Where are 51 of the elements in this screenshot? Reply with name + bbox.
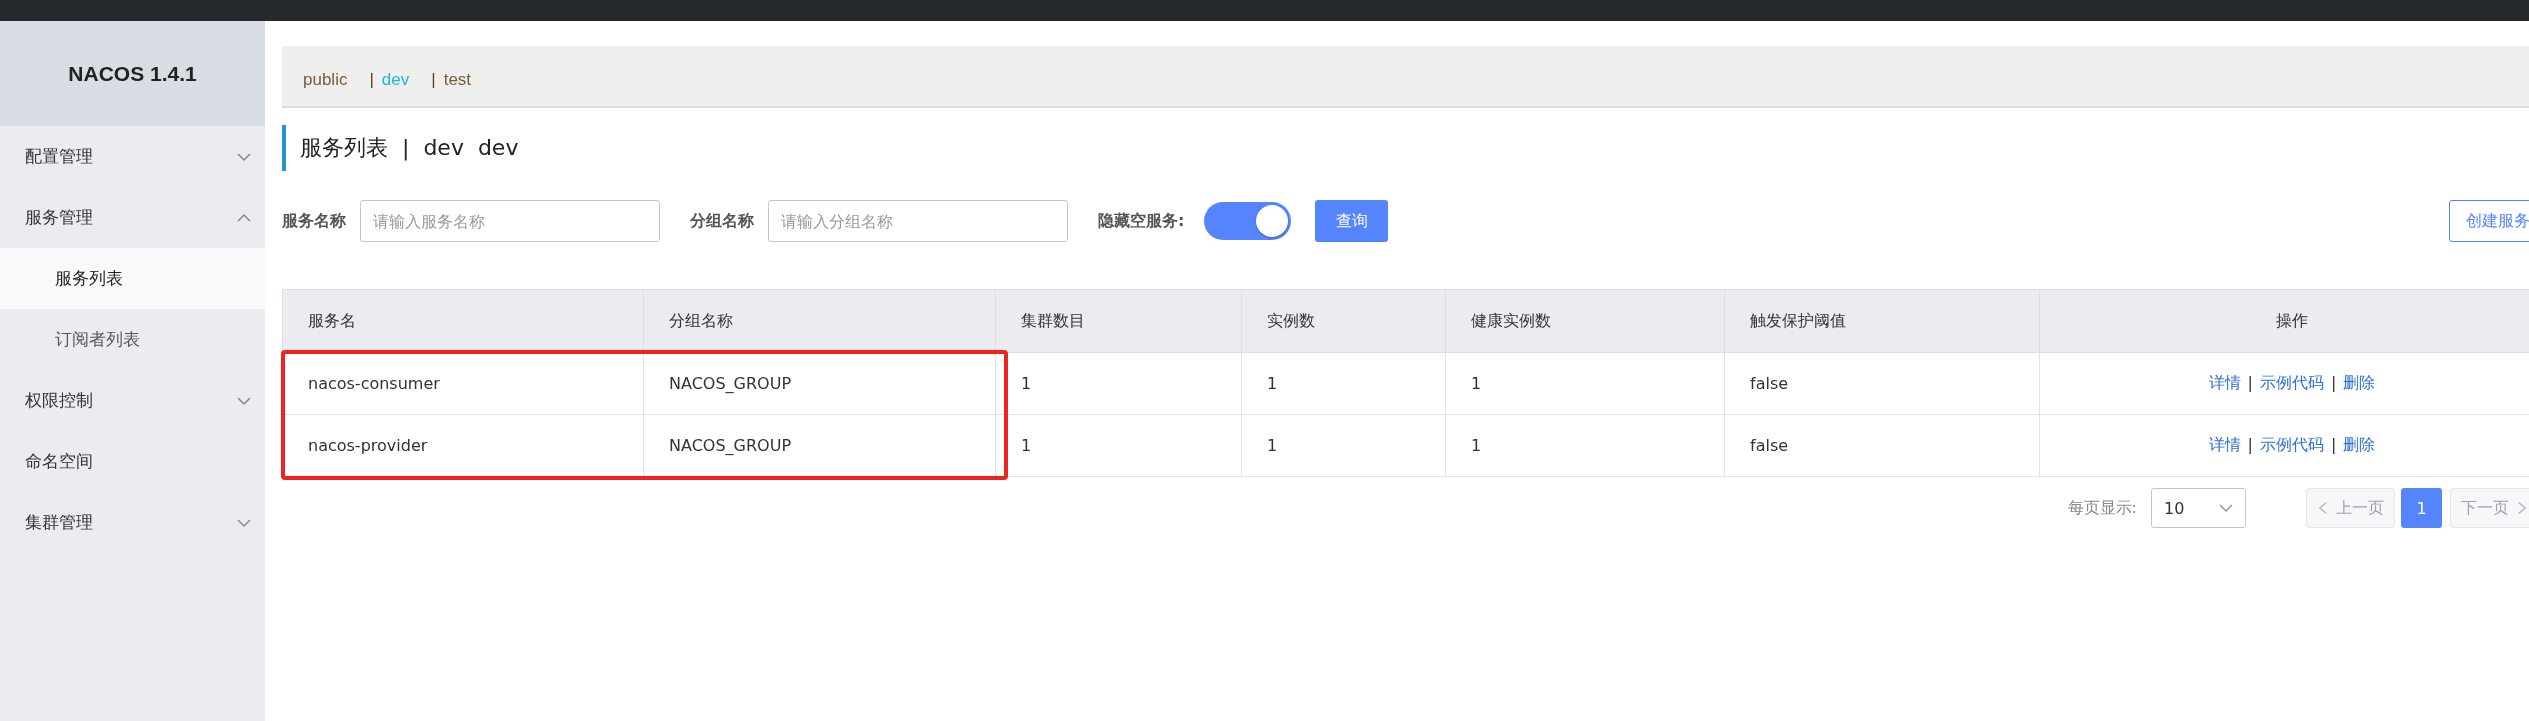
action-link[interactable]: 详情 — [2208, 435, 2241, 454]
service-name-field[interactable]: 请输入服务名称 — [360, 200, 660, 242]
column-header: 触发保护阈值 — [1724, 289, 2040, 353]
table-cell: 1 — [1445, 414, 1725, 477]
action-link[interactable]: 详情 — [2208, 373, 2241, 392]
namespace-separator: | — [431, 70, 436, 90]
logo-text: NACOS 1.4.1 — [68, 61, 197, 86]
namespace-tab[interactable]: public — [303, 70, 348, 90]
service-name-label: 服务名称 — [282, 210, 346, 232]
column-header: 健康实例数 — [1445, 289, 1725, 353]
menu-item[interactable]: 配置管理 — [0, 126, 265, 187]
page-size-label: 每页显示: — [2067, 497, 2137, 519]
column-header: 集群数目 — [995, 289, 1242, 353]
namespace-separator: | — [369, 70, 374, 90]
page-number-button[interactable]: 1 — [2401, 488, 2442, 528]
column-header: 分组名称 — [643, 289, 996, 353]
submenu-item[interactable]: 服务列表 — [0, 248, 265, 309]
column-header: 实例数 — [1241, 289, 1446, 353]
submenu-item[interactable]: 订阅者列表 — [0, 309, 265, 370]
group-name-label: 分组名称 — [690, 210, 754, 232]
menu-item[interactable]: 服务管理 — [0, 187, 265, 248]
action-link[interactable]: 删除 — [2343, 373, 2376, 392]
group-name-field[interactable]: 请输入分组名称 — [768, 200, 1068, 242]
column-header: 操作 — [2039, 289, 2529, 353]
table-cell: 1 — [1241, 352, 1446, 415]
namespace-tab[interactable]: test — [443, 70, 472, 90]
menu-item[interactable]: 命名空间 — [0, 431, 265, 492]
chevron-down-icon — [2219, 501, 2233, 515]
create-service-button[interactable]: 创建服务 — [2449, 200, 2529, 242]
table-cell: NACOS_GROUP — [643, 352, 996, 415]
page-title: 服务列表 | dev dev — [300, 134, 519, 163]
table-cell: 1 — [1241, 414, 1446, 477]
table-cell: false — [1724, 414, 2040, 477]
hide-empty-label: 隐藏空服务: — [1098, 210, 1185, 232]
table-cell: false — [1724, 352, 2040, 415]
hide-empty-toggle[interactable] — [1204, 202, 1292, 240]
action-link[interactable]: 示例代码 — [2260, 373, 2324, 392]
table-cell: 1 — [995, 352, 1242, 415]
page-size-select[interactable]: 10 — [2151, 488, 2246, 528]
action-separator: | — [2247, 373, 2253, 392]
table-cell: 1 — [1445, 352, 1725, 415]
menu-item[interactable]: 权限控制 — [0, 370, 265, 431]
query-button[interactable]: 查询 — [1315, 200, 1389, 242]
action-link[interactable]: 删除 — [2343, 435, 2376, 454]
column-header: 服务名 — [282, 289, 644, 353]
action-link[interactable]: 示例代码 — [2260, 435, 2324, 454]
action-separator: | — [2331, 435, 2337, 454]
action-separator: | — [2331, 373, 2337, 392]
table-cell: nacos-consumer — [282, 352, 644, 415]
action-separator: | — [2247, 435, 2253, 454]
menu-item[interactable]: 集群管理 — [0, 492, 265, 553]
